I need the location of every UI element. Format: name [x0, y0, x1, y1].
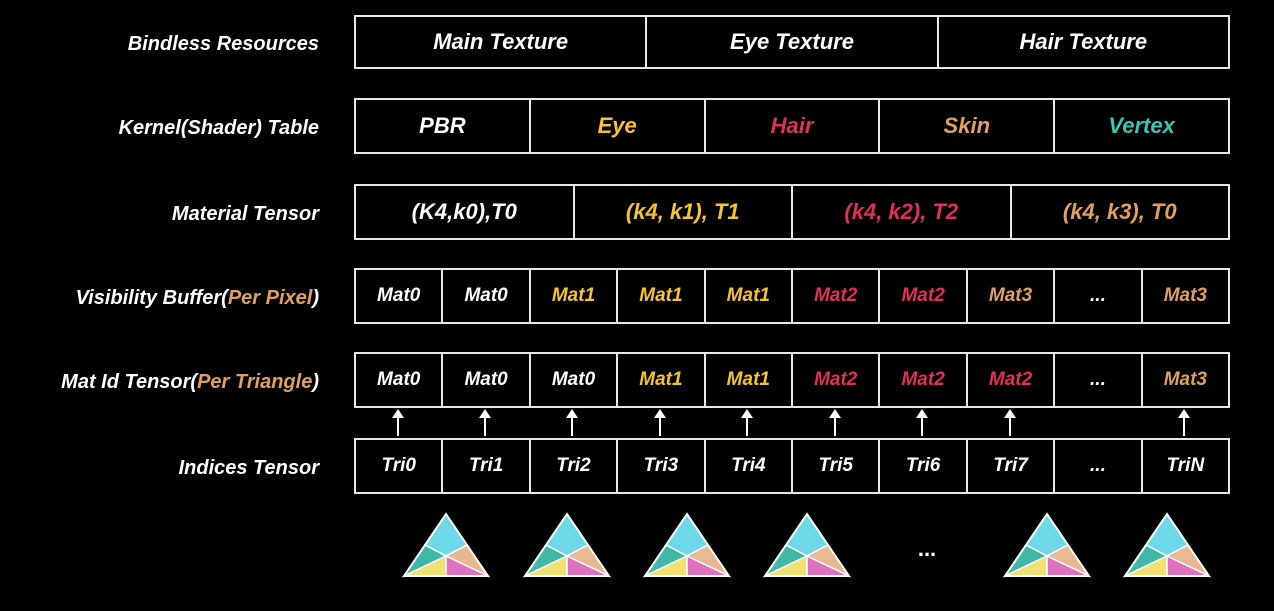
cell: Mat1	[616, 270, 703, 322]
cell: Tri5	[791, 440, 878, 492]
cell: Mat1	[703, 270, 791, 322]
row-label: Material Tensor	[171, 203, 319, 225]
up-arrow-icon	[1004, 409, 1016, 436]
cell: Mat0	[441, 270, 528, 322]
cell: (K4,k0),T0	[411, 199, 517, 224]
cells-mat-id: Mat0 Mat0 Mat0 Mat1 Mat1 Mat2 Mat2 Mat2 …	[354, 352, 1230, 408]
cell: Mat2	[791, 354, 878, 406]
label-accent: Per Pixel	[227, 287, 313, 309]
cell: Eye Texture	[645, 17, 936, 67]
cell: Mat0	[377, 285, 421, 306]
ellipsis: ...	[917, 536, 937, 561]
triangle-mesh-icon	[523, 512, 611, 578]
up-arrow-icon	[479, 409, 491, 436]
triangle-mesh-icon	[763, 512, 851, 578]
label-end: )	[312, 371, 319, 393]
cell: Mat2	[878, 270, 965, 322]
cell: Mat2	[965, 354, 1053, 406]
cell: Mat3	[1140, 270, 1228, 322]
row-material-tensor: Material Tensor (K4,k0),T0 (k4, k1), T1 …	[0, 184, 1274, 240]
cell: Mat0	[528, 354, 616, 406]
label-main: Visibility Buffer(	[75, 287, 228, 309]
cell: (k4, k1), T1	[572, 186, 792, 238]
cell: Mat1	[703, 354, 791, 406]
cell: ...	[1053, 270, 1140, 322]
cells-indices: Tri0 Tri1 Tri2 Tri3 Tri4 Tri5 Tri6 Tri7 …	[354, 438, 1230, 494]
label-end: )	[312, 287, 319, 309]
cell: Tri2	[528, 440, 616, 492]
cell: Tri1	[441, 440, 528, 492]
cell: ...	[1053, 354, 1140, 406]
up-arrow-icon	[1178, 409, 1190, 436]
cell: Hair Texture	[936, 17, 1228, 67]
row-bindless-resources: Bindless Resources Main Texture Eye Text…	[0, 15, 1274, 69]
cell: Mat2	[878, 354, 965, 406]
row-label: Visibility Buffer(Per Pixel)	[0, 286, 319, 310]
up-arrow-icon	[392, 409, 404, 436]
triangle-mesh-icon	[643, 512, 731, 578]
row-label: Indices Tensor	[178, 457, 319, 479]
up-arrow-icon	[741, 409, 753, 436]
row-mat-id-tensor: Mat Id Tensor(Per Triangle) Mat0 Mat0 Ma…	[0, 352, 1274, 408]
cell: Vertex	[1053, 100, 1228, 152]
cell: Tri0	[381, 455, 416, 476]
cell: TriN	[1140, 440, 1228, 492]
up-arrow-icon	[916, 409, 928, 436]
cell: Hair	[703, 100, 879, 152]
up-arrow-icon	[654, 409, 666, 436]
cells-material: (K4,k0),T0 (k4, k1), T1 (k4, k2), T2 (k4…	[354, 184, 1230, 240]
cell: Tri7	[965, 440, 1053, 492]
cell: Mat0	[377, 369, 421, 390]
cell: (k4, k3), T0	[1009, 186, 1229, 238]
cells-bindless: Main Texture Eye Texture Hair Texture	[354, 15, 1230, 69]
cell: Mat3	[965, 270, 1053, 322]
cell: (k4, k2), T2	[791, 186, 1010, 238]
cell: Mat3	[1140, 354, 1228, 406]
cell: Mat0	[441, 354, 528, 406]
cell: ...	[1053, 440, 1140, 492]
cell: Main Texture	[433, 29, 569, 54]
row-label: Bindless Resources	[127, 33, 319, 55]
triangle-mesh-icon	[402, 512, 490, 578]
cells-visibility: Mat0 Mat0 Mat1 Mat1 Mat1 Mat2 Mat2 Mat3 …	[354, 268, 1230, 324]
up-arrow-icon	[829, 409, 841, 436]
triangle-mesh-icon	[1123, 512, 1211, 578]
label-accent: Per Triangle	[197, 371, 313, 393]
cell: Mat2	[791, 270, 878, 322]
label-main: Mat Id Tensor(	[61, 371, 198, 393]
row-visibility-buffer: Visibility Buffer(Per Pixel) Mat0 Mat0 M…	[0, 268, 1274, 324]
row-label: Kernel(Shader) Table	[118, 117, 319, 139]
up-arrow-icon	[566, 409, 578, 436]
cell: Mat1	[528, 270, 616, 322]
cell: Tri6	[878, 440, 965, 492]
triangle-mesh-icon	[1003, 512, 1091, 578]
cells-kernel: PBR Eye Hair Skin Vertex	[354, 98, 1230, 154]
row-kernel-table: Kernel(Shader) Table PBR Eye Hair Skin V…	[0, 98, 1274, 154]
cell: Skin	[878, 100, 1053, 152]
row-indices-tensor: Indices Tensor Tri0 Tri1 Tri2 Tri3 Tri4 …	[0, 438, 1274, 494]
cell: Eye	[528, 100, 704, 152]
cell: Tri3	[616, 440, 703, 492]
cell: Mat1	[616, 354, 703, 406]
cell: Tri4	[703, 440, 791, 492]
row-label: Mat Id Tensor(Per Triangle)	[0, 370, 319, 394]
cell: PBR	[419, 113, 466, 138]
